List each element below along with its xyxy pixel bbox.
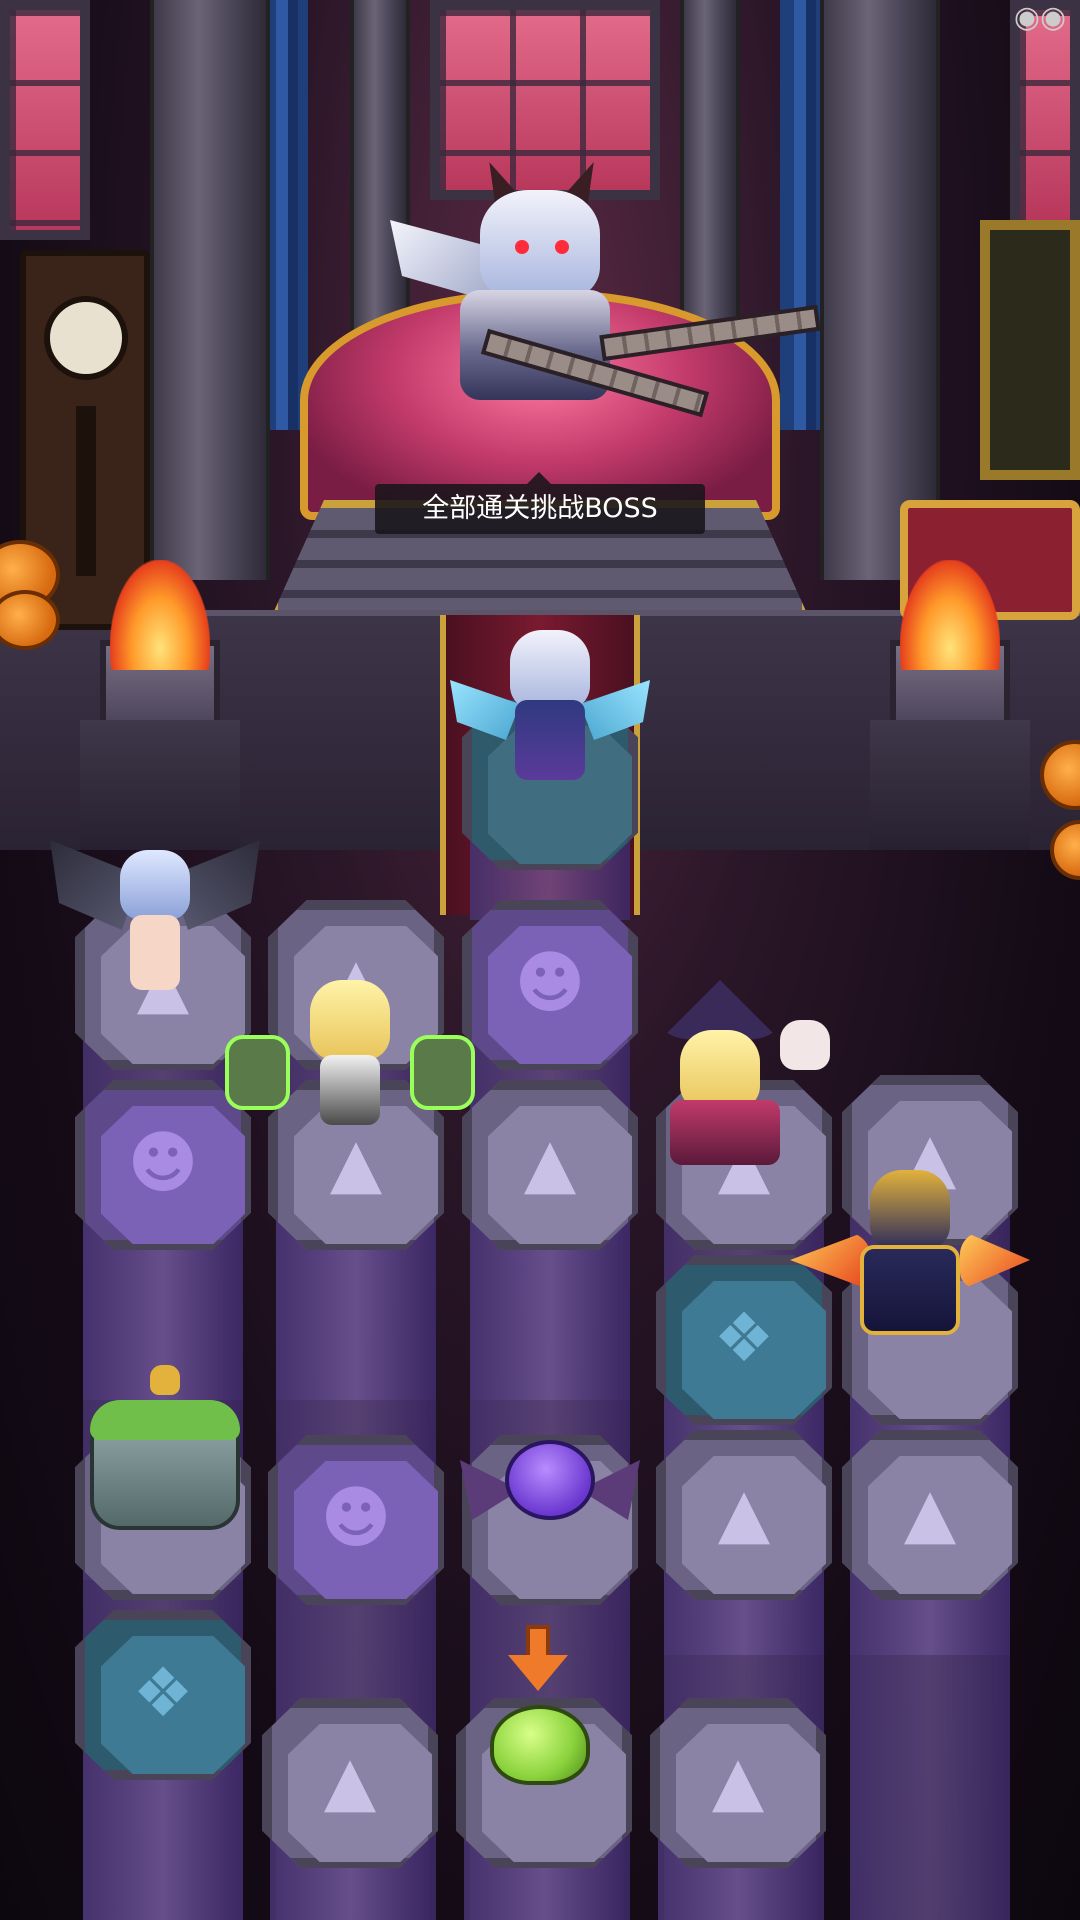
right-brazier-column — [870, 720, 1030, 850]
ghost-icon: ▲ — [711, 1742, 765, 1821]
boss-eye — [515, 240, 529, 254]
left-pillar — [150, 0, 270, 580]
mech-fist — [410, 1035, 475, 1110]
right-brazier-flame — [900, 560, 1000, 670]
hero-body — [515, 700, 585, 780]
board-tile-ghost[interactable]: ▲ — [842, 1430, 1018, 1920]
mech-girl-character[interactable] — [225, 980, 475, 1130]
dragon-pet — [780, 1020, 830, 1070]
board-tile-ghost[interactable]: ▲ — [262, 1698, 438, 1920]
bat-enemy[interactable] — [460, 1440, 640, 1550]
ghost-icon: ▲ — [323, 1742, 377, 1821]
board-tile-ghost[interactable]: ▲ — [650, 1698, 826, 1920]
hero-head — [310, 980, 390, 1060]
knight-wing-flame — [960, 1230, 1030, 1290]
left-brazier-flame — [110, 560, 210, 670]
golem-moss — [90, 1400, 240, 1440]
knight-wing-flame — [790, 1230, 870, 1290]
hero-head — [120, 850, 190, 920]
ghost-icon: ▲ — [903, 1474, 957, 1553]
boss-head — [480, 190, 600, 300]
spider-icon: ◉◉ — [1013, 0, 1067, 35]
witch-character[interactable] — [640, 980, 840, 1170]
slime-enemy[interactable] — [490, 1705, 590, 1785]
mech-fist — [225, 1035, 290, 1110]
knight-body — [860, 1245, 960, 1335]
knight-helmet — [870, 1170, 950, 1250]
move-arrow-icon — [508, 1625, 568, 1695]
pumpkin-icon: ☻ — [514, 944, 586, 1023]
right-pillar — [820, 0, 940, 580]
left-window — [0, 0, 90, 240]
bat-body — [505, 1440, 595, 1520]
armored-knight-character[interactable] — [790, 1150, 1030, 1340]
hero-head — [510, 630, 590, 710]
hero-body — [670, 1100, 780, 1165]
ghost-icon: ▲ — [523, 1124, 577, 1203]
clock-pendulum — [76, 406, 96, 576]
boss-character[interactable] — [380, 156, 821, 420]
board-tile-bat[interactable]: ❖ — [75, 1610, 251, 1920]
ghost-icon: ▲ — [717, 1474, 771, 1553]
stone-golem-character[interactable] — [70, 1360, 260, 1540]
game-scene: ◉◉ 全部通关挑战BOSS ▲ ▲ ☻ ☻ ▲ — [0, 0, 1080, 1920]
boss-sword — [599, 304, 821, 362]
golem-crown — [150, 1365, 180, 1395]
dark-angel-character[interactable] — [50, 830, 260, 1000]
hero-body — [320, 1055, 380, 1125]
wing — [580, 680, 650, 740]
hero-body — [130, 915, 180, 990]
boss-eye — [555, 240, 569, 254]
pumpkin-icon: ☻ — [320, 1479, 392, 1558]
boss-challenge-banner: 全部通关挑战BOSS — [375, 472, 705, 534]
wall-painting — [980, 220, 1080, 480]
hero-angel-character[interactable] — [450, 620, 650, 790]
clock-face — [44, 296, 128, 380]
bat-icon: ❖ — [132, 1654, 194, 1733]
hero-head — [680, 1030, 760, 1110]
